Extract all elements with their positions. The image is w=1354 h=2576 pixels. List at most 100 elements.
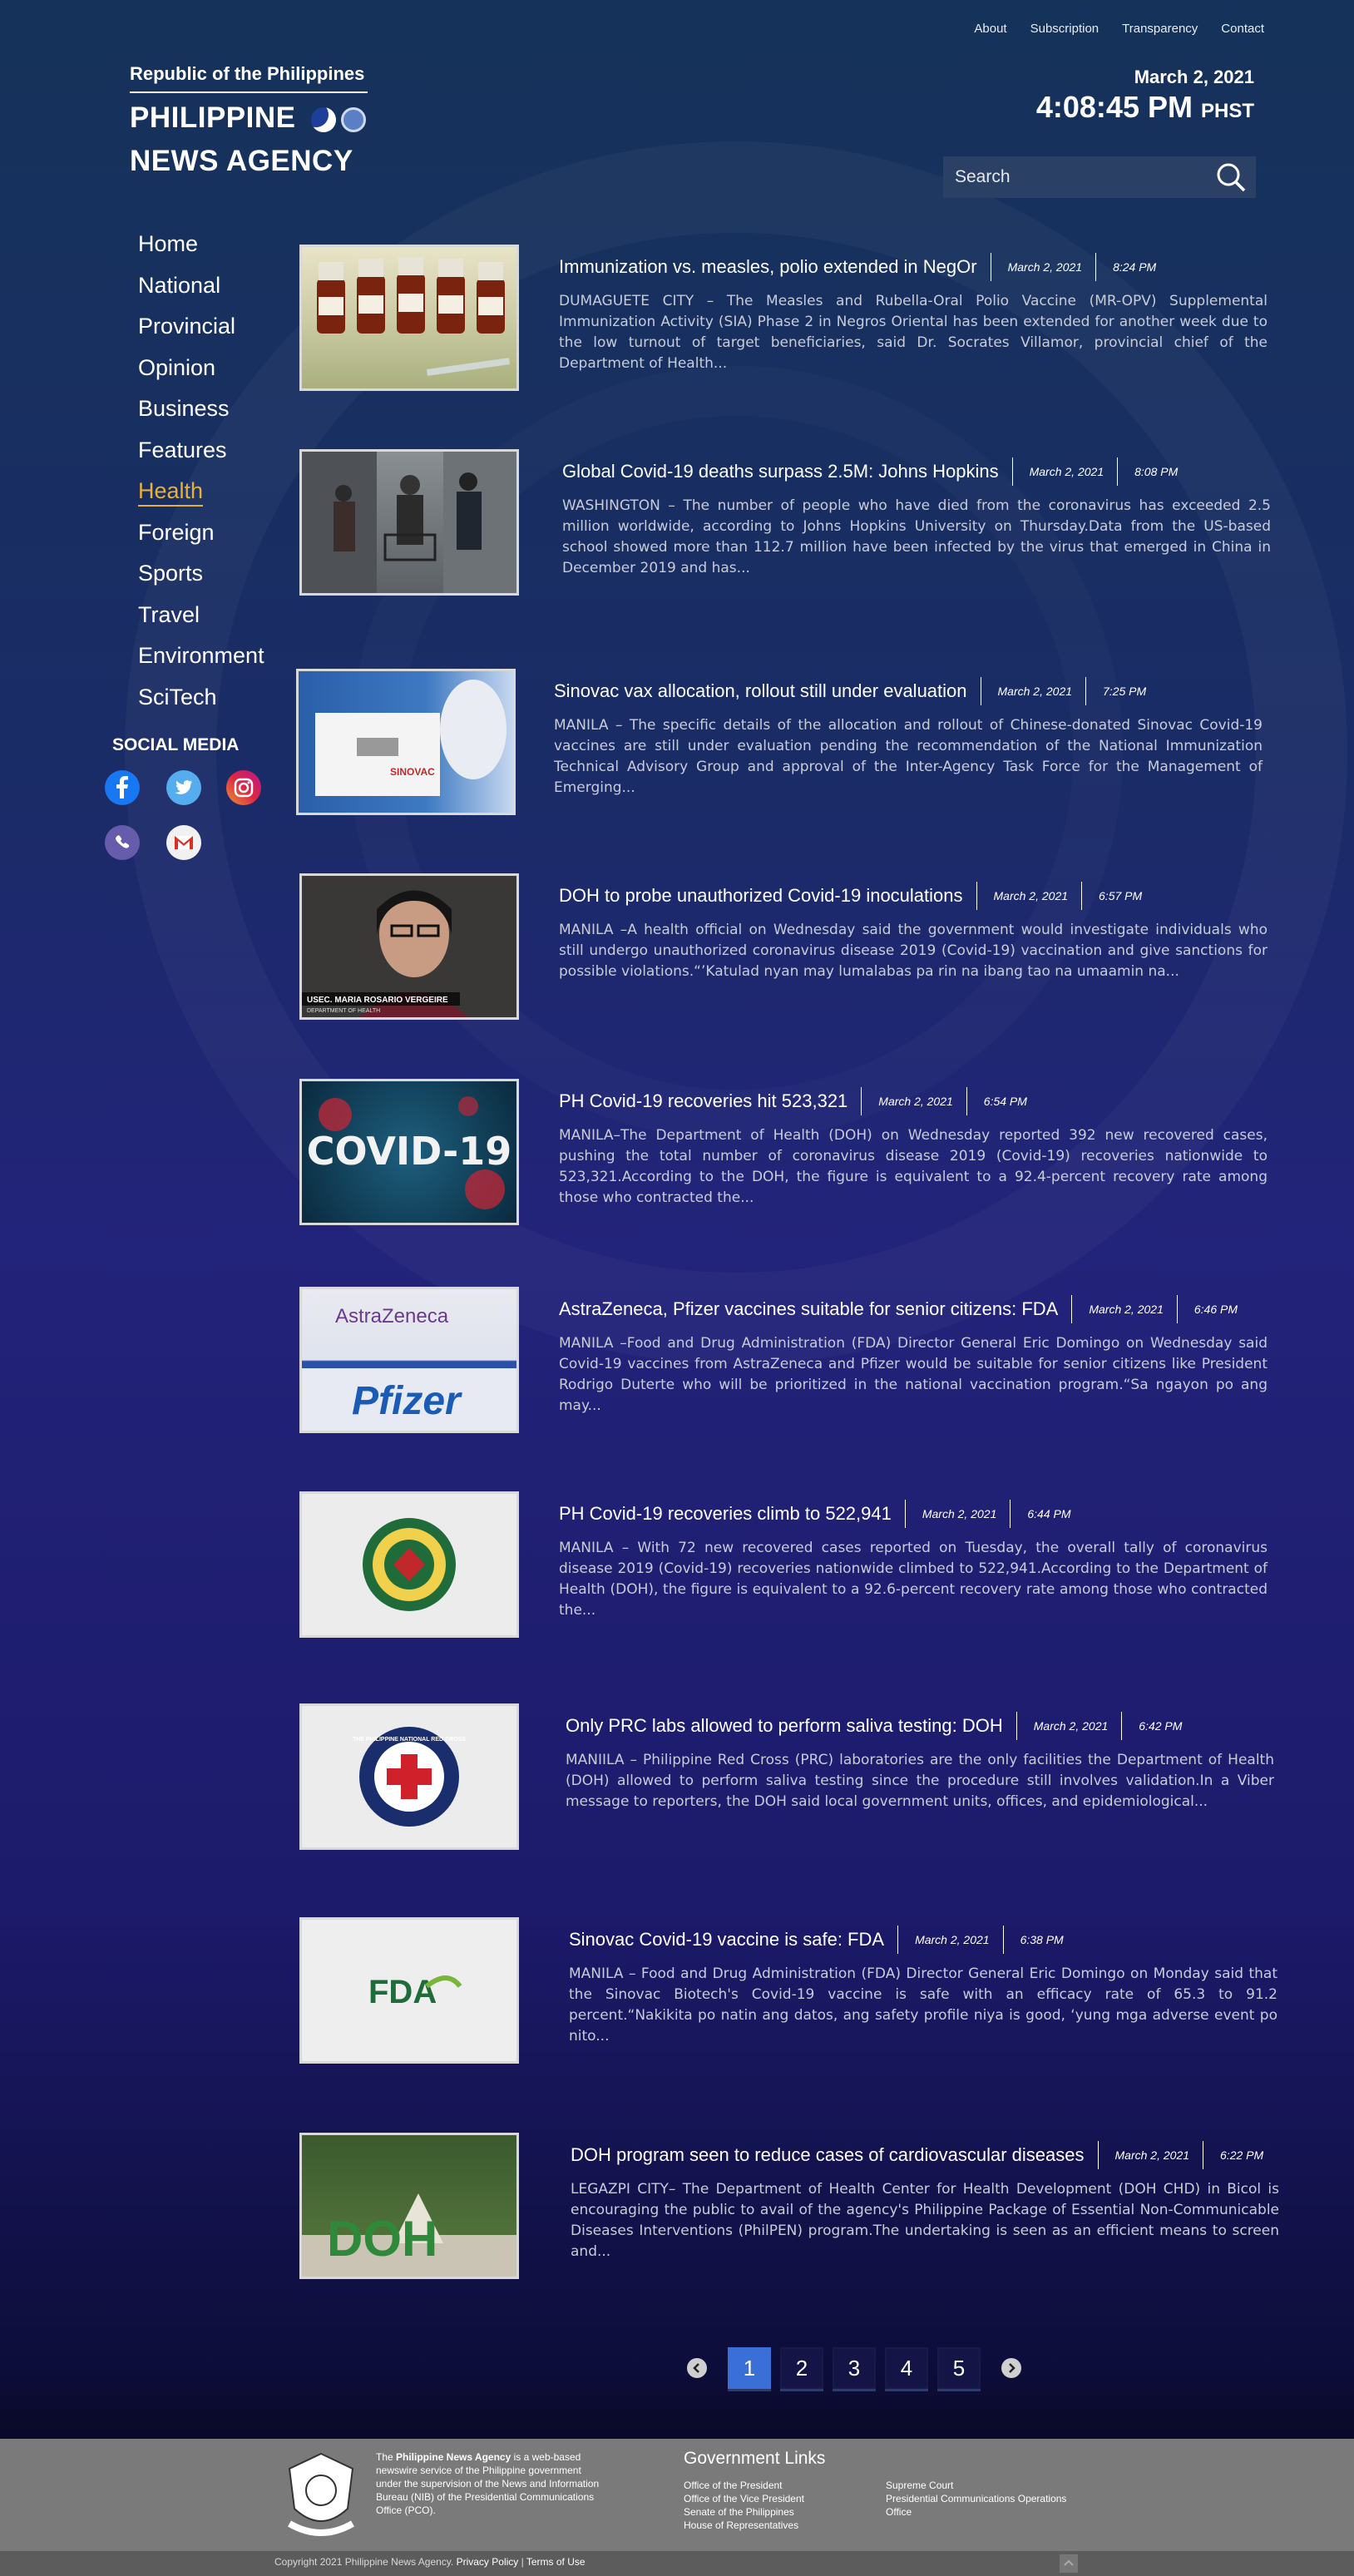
gov-link[interactable]: Office of the President xyxy=(684,2479,804,2492)
copyright-text: Copyright 2021 Philippine News Agency. xyxy=(274,2556,453,2568)
article-excerpt: MANILA –Food and Drug Administration (FD… xyxy=(559,1333,1268,1417)
facebook-icon[interactable] xyxy=(105,770,140,805)
page-1-button[interactable]: 1 xyxy=(728,2347,771,2389)
nav-item-business[interactable]: Business xyxy=(138,393,264,434)
article-thumbnail[interactable]: FDA xyxy=(299,1917,519,2064)
gov-link[interactable]: House of Representatives xyxy=(684,2519,804,2532)
article-card[interactable]: Global Covid-19 deaths surpass 2.5M: Joh… xyxy=(298,447,1272,601)
article-thumbnail[interactable]: COVID-19 xyxy=(299,1079,519,1225)
article-thumbnail[interactable] xyxy=(299,245,519,391)
site-footer: The Philippine News Agency is a web-base… xyxy=(0,2439,1354,2551)
logo-news-agency: NEWS AGENCY xyxy=(130,143,368,180)
article-thumbnail[interactable] xyxy=(299,449,519,596)
article-thumbnail[interactable]: THE PHILIPPINE NATIONAL RED CROSS xyxy=(299,1703,519,1850)
nav-item-provincial[interactable]: Provincial xyxy=(138,310,264,352)
article-thumbnail[interactable] xyxy=(299,1491,519,1638)
article-excerpt: LEGAZPI CITY– The Department of Health C… xyxy=(571,2179,1279,2262)
gov-link[interactable]: Office xyxy=(886,2505,1066,2519)
privacy-link[interactable]: Privacy Policy xyxy=(457,2556,519,2568)
article-date: March 2, 2021 xyxy=(994,889,1069,902)
article-card[interactable]: COVID-19 PH Covid-19 recoveries hit 523,… xyxy=(298,1077,1272,1230)
search-box[interactable]: Search xyxy=(943,156,1256,198)
search-icon[interactable] xyxy=(1214,161,1248,197)
prev-page-icon[interactable] xyxy=(687,2358,707,2378)
article-thumbnail[interactable]: USEC. MARIA ROSARIO VERGEIRE DEPARTMENT … xyxy=(299,873,519,1020)
header-date: March 2, 2021 xyxy=(1036,67,1254,88)
article-thumbnail[interactable]: AstraZeneca Pfizer xyxy=(299,1287,519,1433)
article-title[interactable]: DOH to probe unauthorized Covid-19 inocu… xyxy=(559,885,963,907)
site-logo[interactable]: Republic of the Philippines PHILIPPINE N… xyxy=(130,63,368,180)
instagram-icon[interactable] xyxy=(226,770,261,805)
article-time: 7:25 PM xyxy=(1103,685,1146,698)
header-timezone: PHST xyxy=(1201,100,1254,122)
article-thumbnail[interactable]: DOH xyxy=(299,2133,519,2279)
nav-item-home[interactable]: Home xyxy=(138,228,264,269)
article-date: March 2, 2021 xyxy=(1089,1303,1164,1316)
article-date: March 2, 2021 xyxy=(878,1095,953,1108)
gov-link[interactable]: Supreme Court xyxy=(886,2479,1066,2492)
article-card[interactable]: FDA Sinovac Covid-19 vaccine is safe: FD… xyxy=(298,1916,1272,2069)
article-excerpt: WASHINGTON – The number of people who ha… xyxy=(562,496,1271,579)
gov-link[interactable]: Senate of the Philippines xyxy=(684,2505,804,2519)
footer-separator: | xyxy=(521,2556,524,2568)
article-title[interactable]: PH Covid-19 recoveries hit 523,321 xyxy=(559,1090,847,1112)
article-title[interactable]: AstraZeneca, Pfizer vaccines suitable fo… xyxy=(559,1298,1058,1320)
article-date: March 2, 2021 xyxy=(1034,1719,1109,1733)
article-title[interactable]: Only PRC labs allowed to perform saliva … xyxy=(566,1715,1003,1737)
article-title[interactable]: DOH program seen to reduce cases of card… xyxy=(571,2144,1085,2166)
topnav-contact[interactable]: Contact xyxy=(1221,22,1264,36)
page-5-button[interactable]: 5 xyxy=(937,2347,981,2389)
nav-item-features[interactable]: Features xyxy=(138,434,264,476)
nav-item-national[interactable]: National xyxy=(138,269,264,311)
article-thumbnail[interactable]: SINOVAC xyxy=(296,669,516,815)
copyright-bar: Copyright 2021 Philippine News Agency. P… xyxy=(0,2551,1354,2576)
article-card[interactable]: USEC. MARIA ROSARIO VERGEIRE DEPARTMENT … xyxy=(298,872,1272,1025)
nav-item-opinion[interactable]: Opinion xyxy=(138,352,264,393)
article-card[interactable]: PH Covid-19 recoveries climb to 522,941M… xyxy=(298,1490,1272,1643)
gmail-icon[interactable] xyxy=(166,825,201,860)
article-card[interactable]: THE PHILIPPINE NATIONAL RED CROSS Only P… xyxy=(298,1702,1272,1855)
redcross-label: THE PHILIPPINE NATIONAL RED CROSS xyxy=(353,1737,466,1743)
terms-link[interactable]: Terms of Use xyxy=(526,2556,586,2568)
nav-item-health[interactable]: Health xyxy=(138,475,264,517)
pagination: 1 2 3 4 5 xyxy=(675,2347,1033,2389)
twitter-icon[interactable] xyxy=(166,770,201,805)
gov-link[interactable]: Presidential Communications Operations xyxy=(886,2492,1066,2505)
nav-item-foreign[interactable]: Foreign xyxy=(138,517,264,558)
astrazeneca-label: AstraZeneca xyxy=(335,1305,449,1328)
sinovac-box-label: SINOVAC xyxy=(390,766,435,778)
topnav-transparency[interactable]: Transparency xyxy=(1122,22,1198,36)
thumb-caption-name: USEC. MARIA ROSARIO VERGEIRE xyxy=(307,996,448,1005)
article-title[interactable]: Sinovac vax allocation, rollout still un… xyxy=(554,680,967,702)
nav-item-sports[interactable]: Sports xyxy=(138,557,264,599)
page-4-button[interactable]: 4 xyxy=(885,2347,928,2389)
search-input[interactable]: Search xyxy=(955,167,1011,187)
nav-item-environment[interactable]: Environment xyxy=(138,640,264,681)
page-2-button[interactable]: 2 xyxy=(780,2347,823,2389)
next-page-icon[interactable] xyxy=(1001,2358,1021,2378)
topnav-about[interactable]: About xyxy=(974,22,1006,36)
gov-links-col2: Supreme Court Presidential Communication… xyxy=(886,2479,1066,2519)
nav-item-travel[interactable]: Travel xyxy=(138,599,264,640)
back-to-top-icon[interactable] xyxy=(1060,2554,1078,2573)
article-card[interactable]: SINOVAC Sinovac vax allocation, rollout … xyxy=(298,667,1272,820)
article-card[interactable]: DOH DOH program seen to reduce cases of … xyxy=(298,2131,1272,2284)
article-title[interactable]: Global Covid-19 deaths surpass 2.5M: Joh… xyxy=(562,461,999,482)
article-date: March 2, 2021 xyxy=(1115,2148,1190,2162)
article-excerpt: MANILA – Food and Drug Administration (F… xyxy=(569,1964,1277,2047)
article-excerpt: MANIILA – Philippine Red Cross (PRC) lab… xyxy=(566,1750,1274,1812)
nav-item-scitech[interactable]: SciTech xyxy=(138,681,264,723)
article-time: 6:57 PM xyxy=(1099,889,1142,902)
article-time: 8:08 PM xyxy=(1134,465,1178,478)
gov-link[interactable]: Office of the Vice President xyxy=(684,2492,804,2505)
article-title[interactable]: PH Covid-19 recoveries climb to 522,941 xyxy=(559,1503,892,1525)
article-card[interactable]: Immunization vs. measles, polio extended… xyxy=(298,243,1272,396)
viber-icon[interactable] xyxy=(105,825,140,860)
page-3-button[interactable]: 3 xyxy=(833,2347,876,2389)
article-title[interactable]: Immunization vs. measles, polio extended… xyxy=(559,256,977,278)
footer-about: The Philippine News Agency is a web-base… xyxy=(376,2450,609,2517)
doh-sign-text: DOH xyxy=(327,2211,437,2267)
article-card[interactable]: AstraZeneca Pfizer AstraZeneca, Pfizer v… xyxy=(298,1285,1272,1438)
topnav-subscription[interactable]: Subscription xyxy=(1030,22,1100,36)
article-title[interactable]: Sinovac Covid-19 vaccine is safe: FDA xyxy=(569,1929,884,1951)
